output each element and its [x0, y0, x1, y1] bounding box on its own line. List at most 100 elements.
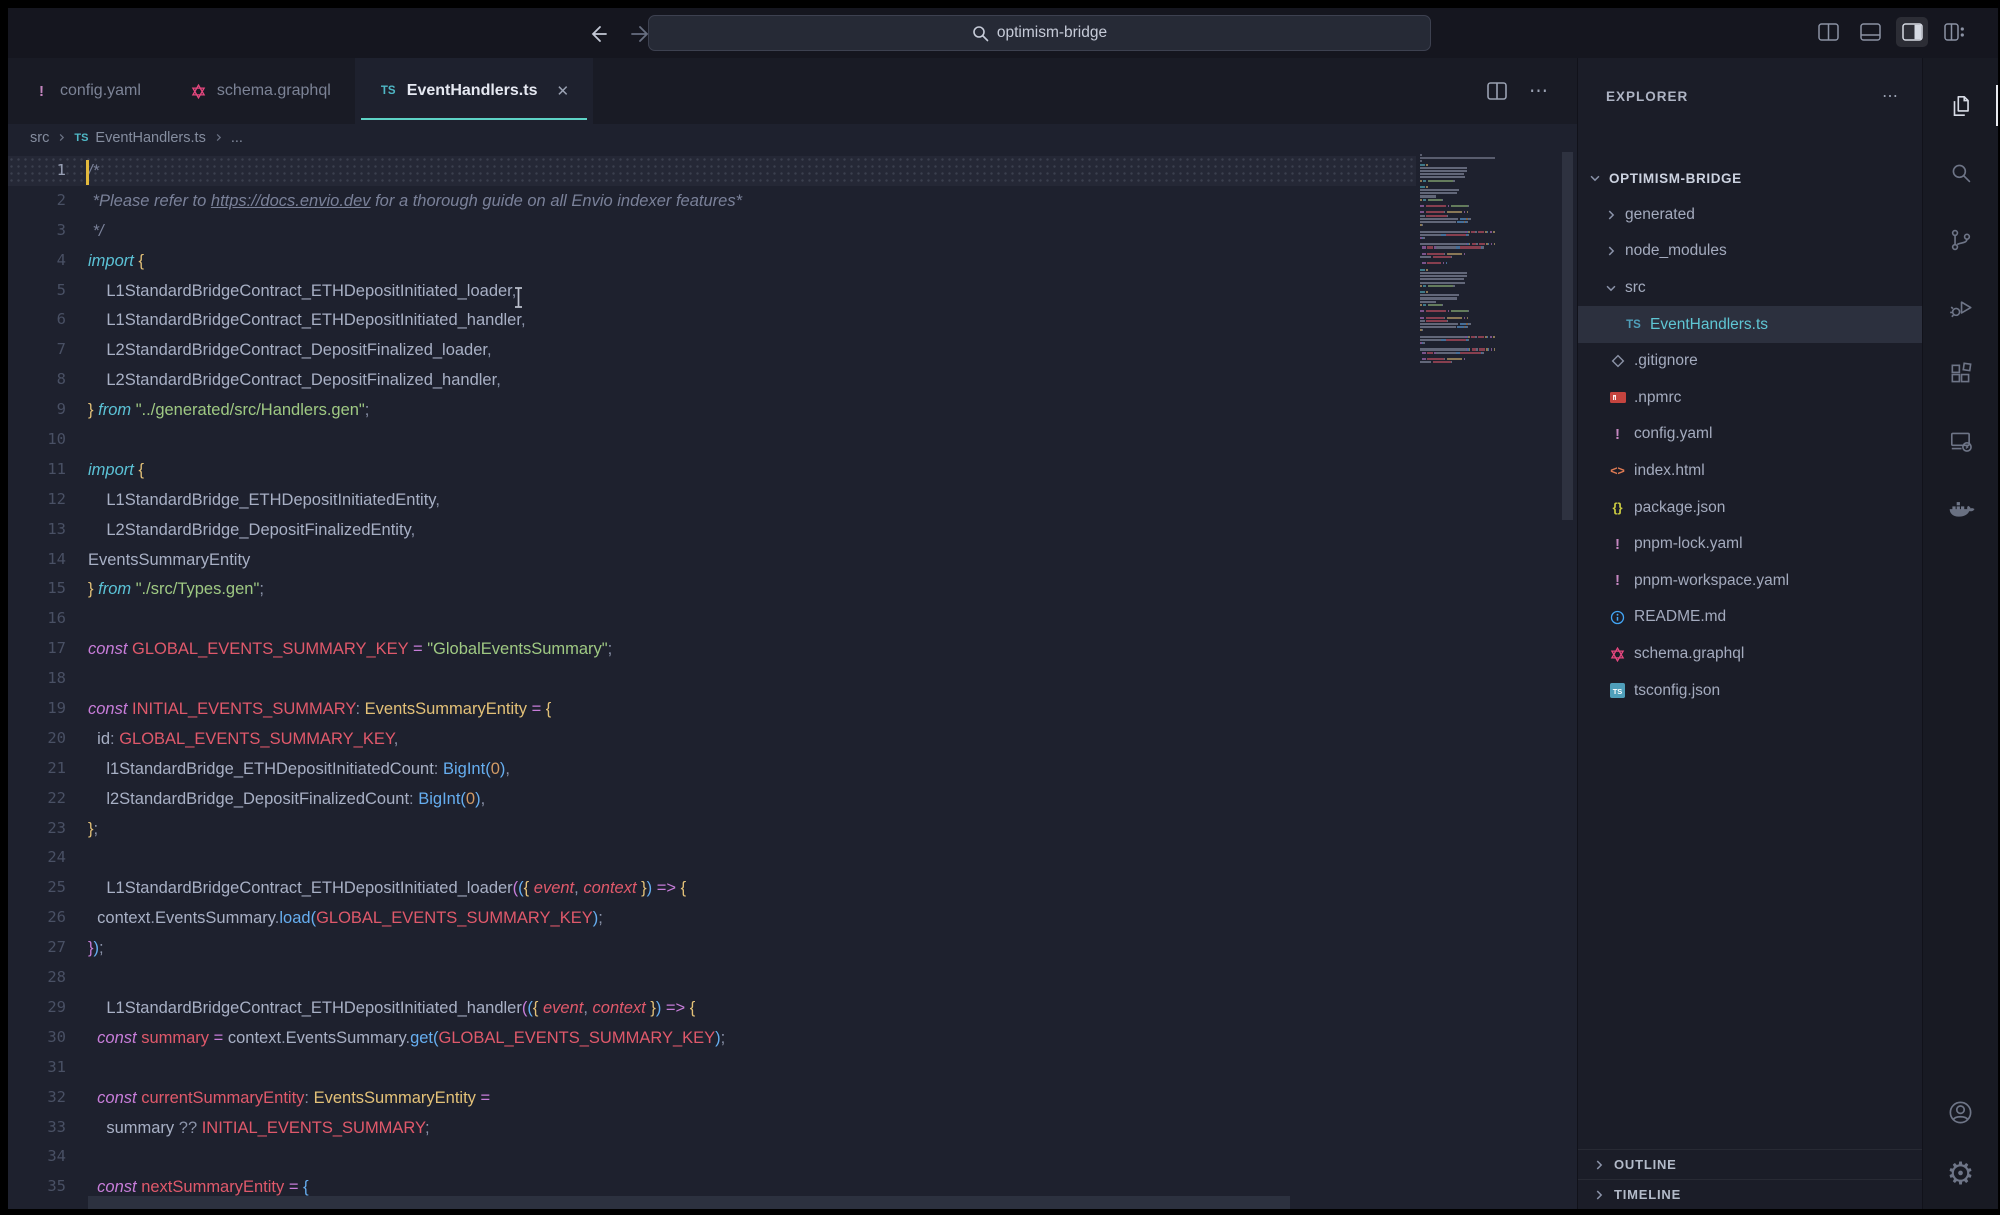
info-file-icon	[1608, 610, 1627, 625]
tab-EventHandlers.ts[interactable]: TSEventHandlers.ts✕	[355, 58, 593, 124]
customize-layout-icon[interactable]	[1938, 17, 1970, 47]
breadcrumb-item[interactable]: ...	[231, 130, 243, 146]
horizontal-scrollbar[interactable]	[88, 1196, 1290, 1209]
tree-item-README.md[interactable]: README.md	[1578, 599, 1922, 636]
section-timeline[interactable]: TIMELINE	[1578, 1179, 1922, 1209]
code-line-13[interactable]: L2StandardBridge_DepositFinalizedEntity,	[88, 515, 742, 545]
code-line-28[interactable]	[88, 963, 742, 993]
code-line-29[interactable]: L1StandardBridgeContract_ETHDepositIniti…	[88, 993, 742, 1023]
tree-item-config.yaml[interactable]: !config.yaml	[1578, 416, 1922, 453]
code-line-3[interactable]: */	[88, 216, 742, 246]
vscode-window: optimism-bridge !config.yamlschema.graph…	[8, 8, 1998, 1209]
split-editor-icon[interactable]	[1487, 82, 1507, 100]
code-line-11[interactable]: import {	[88, 455, 742, 485]
code-line-10[interactable]	[88, 425, 742, 455]
tree-item-src[interactable]: src	[1578, 270, 1922, 307]
code-line-27[interactable]: });	[88, 933, 742, 963]
line-number: 18	[8, 664, 72, 694]
code-line-18[interactable]	[88, 664, 742, 694]
line-number: 19	[8, 694, 72, 724]
close-tab-icon[interactable]: ✕	[556, 82, 569, 100]
code-line-23[interactable]: };	[88, 814, 742, 844]
more-actions-icon[interactable]: ⋯	[1529, 80, 1549, 103]
tree-item-label: config.yaml	[1634, 425, 1712, 443]
tree-item-label: schema.graphql	[1634, 645, 1744, 663]
code-line-1[interactable]: /*	[88, 156, 742, 186]
docker-icon[interactable]	[1923, 474, 1998, 541]
tree-item-index.html[interactable]: <>index.html	[1578, 453, 1922, 490]
tree-item-tsconfig.json[interactable]: TStsconfig.json	[1578, 672, 1922, 709]
code-line-4[interactable]: import {	[88, 246, 742, 276]
tree-item-EventHandlers.ts[interactable]: TSEventHandlers.ts	[1578, 306, 1922, 343]
command-center-search[interactable]: optimism-bridge	[648, 15, 1431, 51]
tree-item-node_modules[interactable]: node_modules	[1578, 233, 1922, 270]
code-line-32[interactable]: const currentSummaryEntity: EventsSummar…	[88, 1083, 742, 1113]
code-line-7[interactable]: L2StandardBridgeContract_DepositFinalize…	[88, 335, 742, 365]
explorer-icon[interactable]	[1923, 72, 1998, 139]
nav-back-icon[interactable]	[586, 21, 612, 47]
settings-icon[interactable]: ⚙	[1923, 1143, 1998, 1205]
run-debug-icon[interactable]	[1923, 273, 1998, 340]
line-number: 8	[8, 365, 72, 395]
remote-explorer-icon[interactable]	[1923, 407, 1998, 474]
code-line-30[interactable]: const summary = context.EventsSummary.ge…	[88, 1023, 742, 1053]
toggle-secondary-sidebar-icon[interactable]	[1896, 17, 1928, 47]
code-line-8[interactable]: L2StandardBridgeContract_DepositFinalize…	[88, 365, 742, 395]
braces-file-icon: {}	[1608, 500, 1627, 515]
code-line-26[interactable]: context.EventsSummary.load(GLOBAL_EVENTS…	[88, 903, 742, 933]
code-line-20[interactable]: id: GLOBAL_EVENTS_SUMMARY_KEY,	[88, 724, 742, 754]
code-line-16[interactable]	[88, 604, 742, 634]
tree-item-.gitignore[interactable]: .gitignore	[1578, 343, 1922, 380]
tree-item-label: node_modules	[1625, 242, 1727, 260]
section-outline[interactable]: OUTLINE	[1578, 1149, 1922, 1179]
code-line-21[interactable]: l1StandardBridge_ETHDepositInitiatedCoun…	[88, 754, 742, 784]
tree-item-pnpm-workspace.yaml[interactable]: !pnpm-workspace.yaml	[1578, 563, 1922, 600]
code-line-34[interactable]	[88, 1142, 742, 1172]
breadcrumb-item[interactable]: src	[30, 130, 49, 146]
code-line-15[interactable]: } from "./src/Types.gen";	[88, 574, 742, 604]
code-line-17[interactable]: const GLOBAL_EVENTS_SUMMARY_KEY = "Globa…	[88, 634, 742, 664]
tree-item-schema.graphql[interactable]: schema.graphql	[1578, 636, 1922, 673]
tree-item-label: index.html	[1634, 462, 1705, 480]
source-control-icon[interactable]	[1923, 206, 1998, 273]
explorer-more-actions-icon[interactable]: ⋯	[1882, 86, 1900, 106]
minimap[interactable]	[1420, 154, 1558, 364]
toggle-panel-icon[interactable]	[1854, 17, 1886, 47]
code-line-19[interactable]: const INITIAL_EVENTS_SUMMARY: EventsSumm…	[88, 694, 742, 724]
code-line-25[interactable]: L1StandardBridgeContract_ETHDepositIniti…	[88, 873, 742, 903]
search-icon[interactable]	[1923, 139, 1998, 206]
code-line-24[interactable]	[88, 843, 742, 873]
tab-config.yaml[interactable]: !config.yaml	[8, 58, 165, 124]
code-line-12[interactable]: L1StandardBridge_ETHDepositInitiatedEnti…	[88, 485, 742, 515]
code-line-33[interactable]: summary ?? INITIAL_EVENTS_SUMMARY;	[88, 1113, 742, 1143]
breadcrumb-item[interactable]: EventHandlers.ts	[95, 130, 205, 146]
tree-item-label: README.md	[1634, 608, 1726, 626]
line-number: 16	[8, 604, 72, 634]
code-line-6[interactable]: L1StandardBridgeContract_ETHDepositIniti…	[88, 305, 742, 335]
code-line-9[interactable]: } from "../generated/src/Handlers.gen";	[88, 395, 742, 425]
tab-schema.graphql[interactable]: schema.graphql	[165, 58, 355, 124]
tree-item-pnpm-lock.yaml[interactable]: !pnpm-lock.yaml	[1578, 526, 1922, 563]
breadcrumb[interactable]: srcTSEventHandlers.ts...	[8, 124, 1577, 152]
extensions-icon[interactable]	[1923, 340, 1998, 407]
code-line-5[interactable]: L1StandardBridgeContract_ETHDepositIniti…	[88, 276, 742, 306]
line-number: 9	[8, 395, 72, 425]
svg-text:TS: TS	[1613, 687, 1623, 696]
account-icon[interactable]	[1923, 1081, 1998, 1143]
activity-bar: ⚙	[1922, 58, 1998, 1209]
code-line-14[interactable]: EventsSummaryEntity	[88, 545, 742, 575]
toggle-primary-sidebar-icon[interactable]	[1812, 17, 1844, 47]
chevron-right-icon	[1592, 1188, 1606, 1202]
tree-item-package.json[interactable]: {}package.json	[1578, 489, 1922, 526]
tree-root-optimism-bridge[interactable]: OPTIMISM-BRIDGE	[1578, 160, 1922, 197]
tree-item-.npmrc[interactable]: .npmrc	[1578, 380, 1922, 417]
section-label: OUTLINE	[1614, 1157, 1677, 1172]
vertical-scrollbar[interactable]	[1562, 152, 1573, 520]
editor[interactable]: 1234567891011121314151617181920212223242…	[8, 152, 1577, 1209]
tree-item-generated[interactable]: generated	[1578, 197, 1922, 234]
code-line-31[interactable]	[88, 1053, 742, 1083]
code-line-2[interactable]: *Please refer to https://docs.envio.dev …	[88, 186, 742, 216]
line-number: 11	[8, 455, 72, 485]
code-line-22[interactable]: l2StandardBridge_DepositFinalizedCount: …	[88, 784, 742, 814]
bang-file-icon: !	[1608, 536, 1627, 553]
